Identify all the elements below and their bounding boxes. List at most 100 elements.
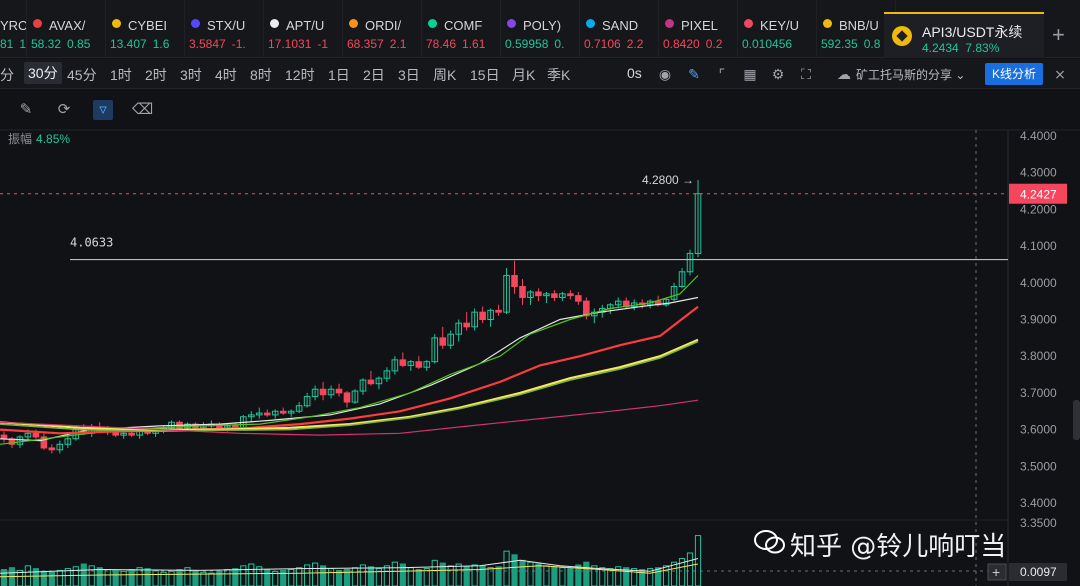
volume-bar [639, 569, 646, 586]
y-tick-label: 3.4000 [1020, 496, 1057, 510]
candle [686, 249, 694, 276]
candle [694, 180, 702, 258]
candle [367, 370, 375, 386]
y-tick-label: 4.0000 [1020, 276, 1057, 290]
candle [559, 291, 566, 302]
candle [479, 306, 486, 324]
volume-bar [104, 569, 111, 586]
volume-bar [551, 566, 558, 586]
volume-bar [32, 568, 40, 586]
volume-bar [176, 569, 183, 586]
watermark-text: 知乎 @铃儿响叮当 [790, 532, 1007, 562]
volume-bar [471, 564, 478, 586]
candle [303, 392, 311, 408]
volume-bar [527, 561, 534, 586]
candle [670, 282, 678, 302]
candle [678, 268, 686, 289]
candle [535, 288, 542, 302]
y-tick-label: 3.8000 [1020, 349, 1057, 363]
candle [471, 308, 478, 331]
volume-bar [567, 568, 574, 586]
y-tick-label: 4.2000 [1020, 202, 1057, 216]
volume-bar [192, 569, 199, 586]
volume-bar [694, 535, 702, 586]
candle [263, 409, 271, 417]
volume-bar [559, 567, 566, 586]
candle [551, 290, 558, 302]
volume-bar [0, 569, 8, 586]
volume-bar [224, 569, 231, 586]
candle [255, 407, 263, 419]
candle [583, 297, 590, 320]
volume-bar [240, 565, 247, 586]
candle [0, 431, 8, 443]
candle [271, 409, 279, 419]
volume-bar [72, 566, 79, 586]
high-price-marker: 4.2800 → [642, 173, 694, 187]
candle [447, 330, 455, 349]
volume-bar [519, 559, 526, 586]
candle [279, 407, 287, 415]
volume-bar [56, 569, 63, 586]
volume-bar [144, 568, 151, 586]
volume-bar [248, 563, 255, 586]
candle [359, 378, 367, 395]
candle [646, 299, 654, 309]
volume-bar [431, 559, 438, 586]
candle [311, 385, 319, 401]
volume-bar [511, 554, 518, 586]
volume-bar [535, 563, 542, 586]
volume-bar [288, 569, 295, 586]
moving-average-line [0, 305, 699, 435]
candle [511, 260, 518, 294]
price-scale-handle[interactable] [1073, 400, 1080, 440]
candle [383, 367, 391, 382]
candle [495, 304, 502, 316]
price-chart[interactable]: 4.4000 4.3000 4.2000 4.1000 4.0000 3.9000 3.80… [0, 0, 1080, 586]
volume-bar [686, 552, 694, 586]
candle [431, 334, 439, 364]
y-tick-label: 3.5000 [1020, 459, 1057, 473]
volume-bar [447, 565, 454, 586]
candle [439, 326, 447, 349]
volume-bar [128, 569, 135, 586]
y-tick-label: 3.6000 [1020, 423, 1057, 437]
candle [455, 319, 462, 342]
volume-bar [168, 570, 175, 586]
candle [463, 312, 470, 331]
y-tick-label: 4.4000 [1020, 129, 1057, 143]
y-tick-label: 3.9000 [1020, 313, 1057, 327]
candle [487, 308, 494, 327]
volume-bar [296, 567, 303, 586]
candle [503, 268, 510, 314]
volume-bar [415, 569, 422, 586]
volume-bar [152, 569, 159, 586]
candle [343, 391, 351, 408]
candle [543, 291, 550, 303]
volume-bar [503, 550, 510, 586]
volume-bar [407, 567, 414, 586]
volume-bar [112, 569, 119, 586]
candle [590, 308, 598, 324]
amplitude-readout: 振幅 4.85% [8, 132, 71, 146]
y-tick-label: 4.1000 [1020, 239, 1057, 253]
volume-bar [487, 567, 494, 586]
wechat-logo-icon [754, 530, 785, 554]
crosshair-plus-icon[interactable]: + [992, 564, 1000, 580]
candle [247, 411, 255, 423]
y-tick-label: 3.3500 [1020, 516, 1057, 530]
volume-bar [391, 561, 398, 586]
volume-bar [495, 566, 502, 586]
volume-bar [48, 571, 55, 586]
horizontal-line-label: 4.0633 [70, 236, 113, 250]
volume-bar [280, 569, 287, 586]
candle [40, 433, 48, 450]
candle [391, 356, 399, 375]
candle [319, 381, 327, 401]
candle [519, 279, 526, 305]
volume-bar [599, 567, 606, 586]
volume-bar [351, 567, 359, 586]
candle [375, 376, 383, 390]
candle [527, 290, 534, 305]
y-tick-label: 4.3000 [1020, 166, 1057, 180]
